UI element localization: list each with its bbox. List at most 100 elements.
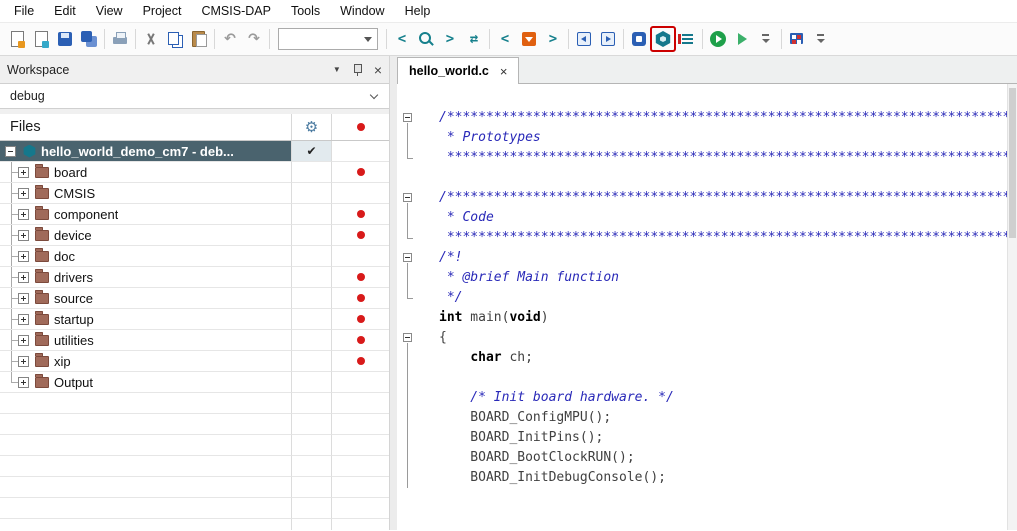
save-button[interactable] bbox=[53, 27, 77, 51]
chevron-down-icon[interactable] bbox=[364, 37, 372, 42]
tree-connector bbox=[5, 225, 18, 245]
fold-collapse-icon[interactable] bbox=[403, 113, 412, 122]
tree-row-source[interactable]: source bbox=[0, 288, 389, 309]
tree-row-name: component bbox=[0, 204, 292, 225]
menu-item-edit[interactable]: Edit bbox=[44, 1, 86, 21]
expander-icon[interactable] bbox=[18, 251, 29, 262]
menu-item-tools[interactable]: Tools bbox=[281, 1, 330, 21]
clean-button[interactable] bbox=[675, 27, 699, 51]
close-panel-icon[interactable]: × bbox=[374, 63, 382, 77]
prev-error-button[interactable] bbox=[493, 27, 517, 51]
menu-item-view[interactable]: View bbox=[86, 1, 133, 21]
expander-icon[interactable] bbox=[18, 209, 29, 220]
tree-empty-row[interactable] bbox=[0, 477, 389, 498]
expander-icon[interactable] bbox=[18, 188, 29, 199]
tree-row-options bbox=[292, 435, 332, 456]
expander-icon[interactable] bbox=[18, 314, 29, 325]
copy-button[interactable] bbox=[163, 27, 187, 51]
tree-row-output[interactable]: Output bbox=[0, 372, 389, 393]
menu-item-window[interactable]: Window bbox=[330, 1, 394, 21]
undo-button[interactable] bbox=[218, 27, 242, 51]
expander-icon[interactable] bbox=[18, 335, 29, 346]
menu-item-file[interactable]: File bbox=[4, 1, 44, 21]
bookmark-button[interactable] bbox=[517, 27, 541, 51]
panel-splitter[interactable] bbox=[390, 56, 397, 530]
compile-file-button[interactable] bbox=[627, 27, 651, 51]
fold-margin[interactable] bbox=[397, 328, 427, 348]
tree-row-cmsis[interactable]: CMSIS bbox=[0, 183, 389, 204]
tab-close-icon[interactable]: × bbox=[500, 64, 508, 79]
tree-row-board[interactable]: board bbox=[0, 162, 389, 183]
prev-location-button[interactable] bbox=[572, 27, 596, 51]
code-token: * Code bbox=[439, 210, 494, 225]
fold-collapse-icon[interactable] bbox=[403, 253, 412, 262]
fold-margin[interactable] bbox=[397, 108, 427, 128]
save-all-button[interactable] bbox=[77, 27, 101, 51]
find-button[interactable] bbox=[414, 27, 438, 51]
expander-icon[interactable] bbox=[18, 293, 29, 304]
tree-row-utilities[interactable]: utilities bbox=[0, 330, 389, 351]
redo-button[interactable] bbox=[242, 27, 266, 51]
panel-menu-icon[interactable]: ▼ bbox=[333, 65, 341, 74]
workspace-panel: Workspace ▼ × debug Files ⚙ hello_world_… bbox=[0, 56, 390, 530]
debug-run-button[interactable] bbox=[706, 27, 730, 51]
nav-back-button[interactable] bbox=[390, 27, 414, 51]
fold-margin[interactable] bbox=[397, 248, 427, 268]
gear-icon[interactable]: ⚙ bbox=[292, 114, 332, 140]
tree-empty-row[interactable] bbox=[0, 456, 389, 477]
chevron-down-icon bbox=[370, 90, 378, 98]
tab-hello-world-c[interactable]: hello_world.c× bbox=[397, 57, 519, 84]
folder-icon bbox=[35, 251, 49, 262]
print-button[interactable] bbox=[108, 27, 132, 51]
open-file-button[interactable] bbox=[29, 27, 53, 51]
find-combo[interactable] bbox=[278, 28, 378, 50]
new-file-button[interactable] bbox=[5, 27, 29, 51]
paste-button[interactable] bbox=[187, 27, 211, 51]
fold-margin bbox=[397, 168, 427, 188]
tree-empty-row[interactable] bbox=[0, 435, 389, 456]
pin-icon[interactable] bbox=[352, 63, 363, 77]
tree-empty-row[interactable] bbox=[0, 414, 389, 435]
expander-icon[interactable] bbox=[5, 146, 16, 157]
tree-row-doc[interactable]: doc bbox=[0, 246, 389, 267]
fold-collapse-icon[interactable] bbox=[403, 193, 412, 202]
toolbar-separator bbox=[214, 29, 215, 49]
build-button[interactable] bbox=[651, 27, 675, 51]
cut-icon bbox=[142, 30, 160, 48]
next-error-button[interactable] bbox=[541, 27, 565, 51]
cut-button[interactable] bbox=[139, 27, 163, 51]
expander-icon[interactable] bbox=[18, 272, 29, 283]
fold-margin bbox=[397, 308, 427, 328]
expander-icon[interactable] bbox=[18, 230, 29, 241]
tree-row-hello-world-demo-cm7-deb[interactable]: hello_world_demo_cm7 - deb...✔ bbox=[0, 141, 389, 162]
target-button[interactable] bbox=[785, 27, 809, 51]
menu-item-help[interactable]: Help bbox=[395, 1, 441, 21]
overflow-button[interactable] bbox=[809, 27, 833, 51]
nav-forward-button[interactable] bbox=[438, 27, 462, 51]
tree-empty-row[interactable] bbox=[0, 393, 389, 414]
expander-icon[interactable] bbox=[18, 377, 29, 388]
tree-empty-row[interactable] bbox=[0, 498, 389, 519]
next-location-button[interactable] bbox=[596, 27, 620, 51]
tree-row-options bbox=[292, 477, 332, 498]
menu-item-project[interactable]: Project bbox=[133, 1, 192, 21]
tree-row-device[interactable]: device bbox=[0, 225, 389, 246]
tree-row-startup[interactable]: startup bbox=[0, 309, 389, 330]
tree-row-component[interactable]: component bbox=[0, 204, 389, 225]
tree-empty-row[interactable] bbox=[0, 519, 389, 530]
editor-scrollbar[interactable] bbox=[1007, 84, 1017, 530]
fold-collapse-icon[interactable] bbox=[403, 333, 412, 342]
run-button[interactable] bbox=[730, 27, 754, 51]
tree-row-xip[interactable]: xip bbox=[0, 351, 389, 372]
scrollbar-thumb[interactable] bbox=[1009, 88, 1016, 238]
folder-icon bbox=[35, 272, 49, 283]
fold-margin[interactable] bbox=[397, 188, 427, 208]
debug-run-icon bbox=[709, 30, 727, 48]
menu-item-cmsis-dap[interactable]: CMSIS-DAP bbox=[191, 1, 280, 21]
overflow-button[interactable] bbox=[754, 27, 778, 51]
expander-icon[interactable] bbox=[18, 356, 29, 367]
expander-icon[interactable] bbox=[18, 167, 29, 178]
switch-file-button[interactable] bbox=[462, 27, 486, 51]
build-configuration-dropdown[interactable]: debug bbox=[0, 83, 389, 109]
tree-row-drivers[interactable]: drivers bbox=[0, 267, 389, 288]
